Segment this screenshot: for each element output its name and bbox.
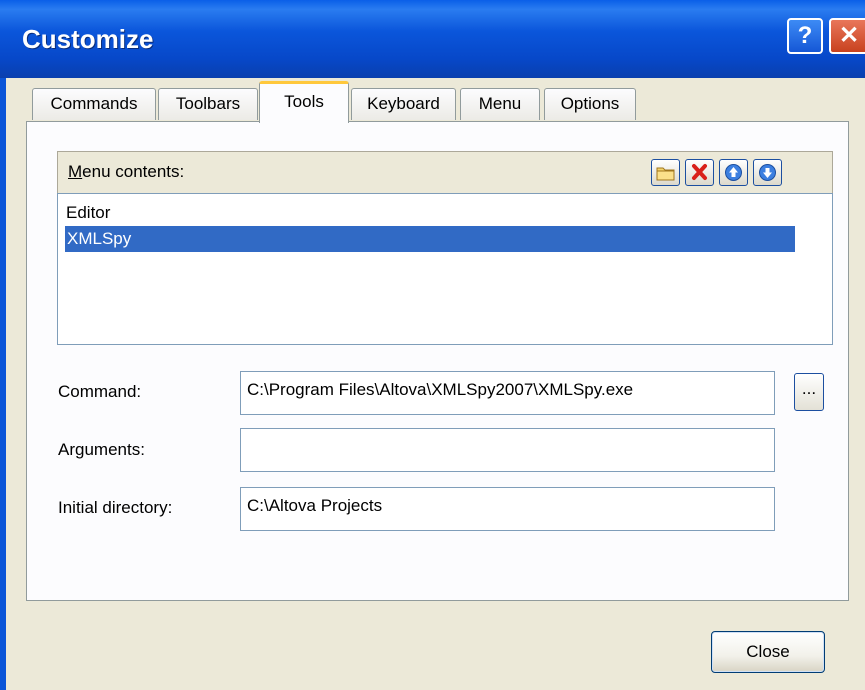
new-folder-icon[interactable] <box>651 159 680 186</box>
help-button[interactable]: ? <box>787 18 823 54</box>
initial-directory-field[interactable]: C:\Altova Projects <box>240 487 775 531</box>
list-item-editor[interactable]: Editor <box>66 200 110 226</box>
window-border <box>0 78 6 690</box>
tab-toolbars[interactable]: Toolbars <box>158 88 258 120</box>
arguments-label: Arguments: <box>58 440 145 459</box>
tab-tools[interactable]: Tools <box>259 81 349 123</box>
move-down-icon[interactable] <box>753 159 782 186</box>
arguments-field[interactable] <box>240 428 775 472</box>
move-up-icon[interactable] <box>719 159 748 186</box>
command-label: Command: <box>58 382 142 401</box>
list-item-xmlspy[interactable]: XMLSpy <box>65 226 795 252</box>
window-title: Customize <box>22 24 154 54</box>
tab-commands[interactable]: Commands <box>32 88 156 120</box>
command-field[interactable]: C:\Program Files\Altova\XMLSpy2007\XMLSp… <box>240 371 775 415</box>
menu-contents-header: Menu contents: <box>57 151 833 193</box>
browse-button[interactable]: ... <box>794 373 824 411</box>
tab-keyboard[interactable]: Keyboard <box>351 88 456 120</box>
tab-options[interactable]: Options <box>544 88 636 120</box>
delete-icon[interactable] <box>685 159 714 186</box>
menu-contents-label: Menu contents: <box>68 162 185 181</box>
close-window-button[interactable]: ✕ <box>829 18 865 54</box>
title-bar: Customize ? ✕ <box>0 0 865 78</box>
menu-contents-list[interactable]: Editor XMLSpy <box>57 193 833 345</box>
close-button[interactable]: Close <box>711 631 825 673</box>
initial-directory-label: Initial directory: <box>58 498 173 517</box>
tab-menu[interactable]: Menu <box>460 88 540 120</box>
customize-dialog: Customize ? ✕ Commands Toolbars Tools Ke… <box>0 0 865 690</box>
